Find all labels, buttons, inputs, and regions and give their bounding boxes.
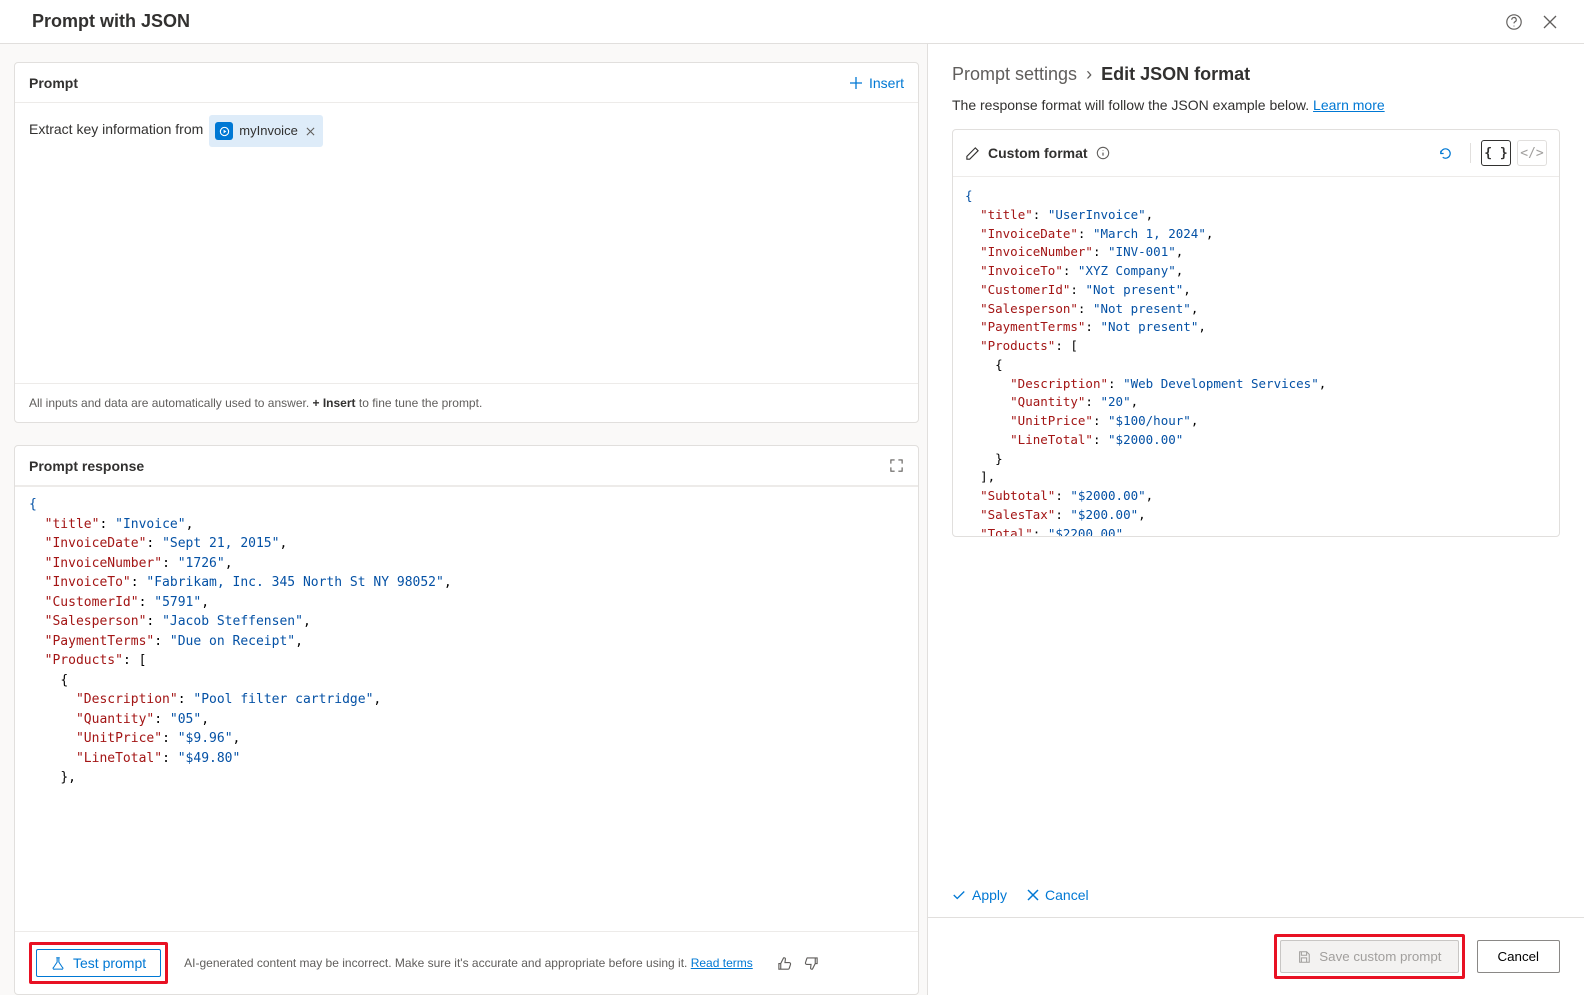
learn-more-link[interactable]: Learn more [1313, 97, 1385, 113]
prompt-hint: All inputs and data are automatically us… [15, 383, 918, 422]
custom-format-card: Custom format { } </> { "title": "UserIn… [952, 129, 1560, 537]
info-icon[interactable] [1096, 146, 1110, 160]
prompt-body[interactable]: Extract key information from myInvoice [15, 103, 918, 383]
test-prompt-highlight: Test prompt [29, 942, 168, 984]
response-panel-title: Prompt response [29, 458, 144, 474]
cancel-button[interactable]: Cancel [1477, 940, 1561, 973]
read-terms-link[interactable]: Read terms [691, 956, 753, 970]
chip-label: myInvoice [239, 117, 298, 145]
undo-icon[interactable] [1430, 140, 1460, 166]
edit-icon [965, 146, 980, 161]
check-icon [952, 888, 966, 902]
right-body: Custom format { } </> { "title": "UserIn… [928, 129, 1584, 873]
prompt-panel-title: Prompt [29, 75, 78, 91]
breadcrumb-root[interactable]: Prompt settings [952, 64, 1077, 84]
prompt-text: Extract key information from [29, 115, 203, 143]
prompt-panel: Prompt Insert Extract key information fr… [14, 62, 919, 423]
response-footer: Test prompt AI-generated content may be … [15, 931, 918, 994]
beaker-icon [51, 956, 65, 970]
insert-label: Insert [869, 75, 904, 91]
input-chip[interactable]: myInvoice [209, 115, 323, 147]
response-panel-header: Prompt response [15, 446, 918, 486]
thumbs-down-icon[interactable] [804, 956, 819, 971]
insert-button[interactable]: Insert [849, 75, 904, 91]
breadcrumb: Prompt settings › Edit JSON format [928, 44, 1584, 93]
thumbs-up-icon[interactable] [777, 956, 792, 971]
bottom-bar: Save custom prompt Cancel [928, 917, 1584, 995]
close-icon [1027, 889, 1039, 901]
format-card-header: Custom format { } </> [953, 130, 1559, 176]
save-button[interactable]: Save custom prompt [1280, 940, 1458, 973]
save-icon [1297, 950, 1311, 964]
left-column: Prompt Insert Extract key information fr… [0, 44, 927, 995]
prompt-panel-header: Prompt Insert [15, 63, 918, 103]
code-view-button[interactable]: </> [1517, 140, 1547, 166]
plus-icon [849, 76, 863, 90]
response-panel: Prompt response { "title": "Invoice", "I… [14, 445, 919, 995]
format-title: Custom format [988, 145, 1088, 161]
chip-close-icon[interactable] [304, 127, 317, 136]
test-prompt-button[interactable]: Test prompt [36, 949, 161, 977]
close-icon[interactable] [1540, 12, 1560, 32]
format-json[interactable]: { "title": "UserInvoice", "InvoiceDate":… [953, 176, 1559, 536]
save-highlight: Save custom prompt [1274, 934, 1464, 979]
help-icon[interactable] [1504, 12, 1524, 32]
cancel-link[interactable]: Cancel [1027, 887, 1089, 903]
header-actions [1504, 12, 1560, 32]
right-column: Prompt settings › Edit JSON format The r… [927, 44, 1584, 995]
chevron-right-icon: › [1086, 64, 1092, 84]
breadcrumb-current: Edit JSON format [1101, 64, 1250, 84]
settings-description: The response format will follow the JSON… [928, 93, 1584, 129]
settings-actions: Apply Cancel [928, 873, 1584, 917]
expand-icon[interactable] [889, 458, 904, 473]
page-title: Prompt with JSON [32, 11, 190, 32]
json-view-button[interactable]: { } [1481, 140, 1511, 166]
main: Prompt Insert Extract key information fr… [0, 44, 1584, 995]
disclaimer-text: AI-generated content may be incorrect. M… [184, 956, 753, 970]
apply-button[interactable]: Apply [952, 887, 1007, 903]
header-bar: Prompt with JSON [0, 0, 1584, 44]
feedback-thumbs [777, 956, 819, 971]
response-json[interactable]: { "title": "Invoice", "InvoiceDate": "Se… [15, 486, 918, 931]
format-toolbar: { } </> [1430, 140, 1547, 166]
document-icon [215, 122, 233, 140]
